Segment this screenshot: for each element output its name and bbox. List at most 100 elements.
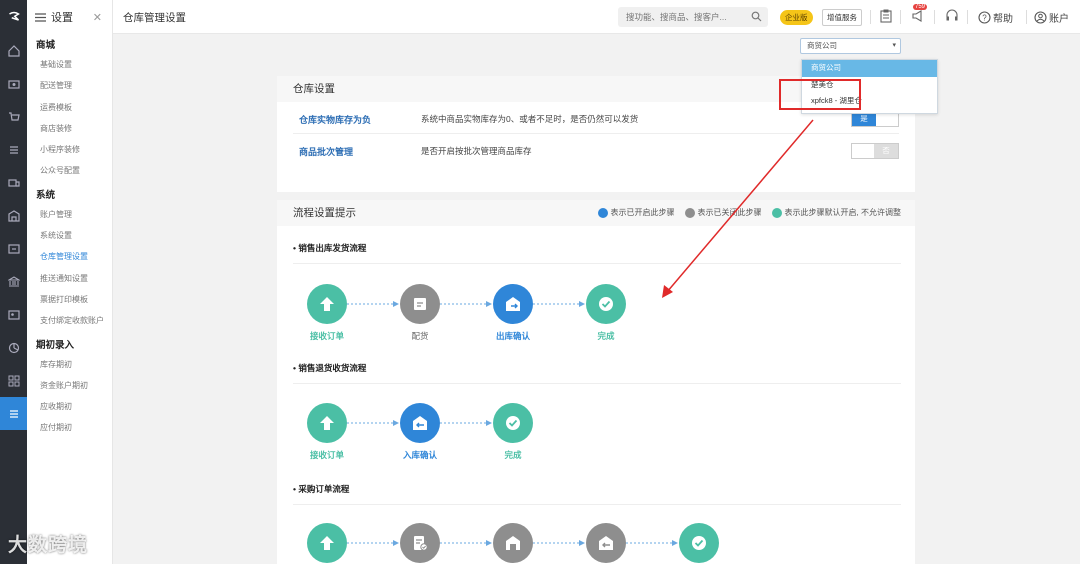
chevron-down-icon: ▾	[892, 42, 896, 49]
setting-row: 商品批次管理 是否开启按批次管理商品库存 否	[293, 134, 899, 166]
flow-step: 完成	[483, 403, 543, 461]
card-title: 流程设置提示	[293, 207, 356, 219]
sidebar-title: 设置	[51, 12, 73, 24]
batch-management-toggle[interactable]: 否	[851, 143, 899, 159]
sidebar-item[interactable]: 公众号配置	[27, 160, 112, 181]
sidebar-item[interactable]: 账户管理	[27, 204, 112, 225]
sidebar-item[interactable]: 应收期初	[27, 396, 112, 417]
contacts-icon[interactable]	[0, 298, 27, 331]
toggle-knob: 是	[852, 112, 876, 126]
flow-step-label: 入库确认	[402, 450, 437, 460]
settings-sidebar: 设置 ✕ 商城 基础设置 配送管理 运费模板 商店装修 小程序装修 公众号配置 系统 账户管理系…	[27, 0, 113, 564]
value-added-button[interactable]: 增值服务	[822, 9, 862, 26]
finance-icon[interactable]	[0, 232, 27, 265]
section-divider	[293, 504, 901, 505]
report-icon[interactable]	[0, 331, 27, 364]
flow-step-label: 接收订单	[309, 450, 344, 460]
sidebar-item[interactable]: 配送管理	[27, 75, 112, 96]
legend-text: 表示此步骤默认开启, 不允许调整	[784, 208, 901, 217]
svg-text:?: ?	[982, 14, 987, 23]
sidebar-item[interactable]: 基础设置	[27, 54, 112, 75]
account-label: 账户	[1049, 14, 1069, 25]
notification-count: 759	[913, 4, 928, 10]
help-button[interactable]: ? 帮助	[978, 10, 1013, 25]
divider	[870, 10, 871, 24]
purchase-icon[interactable]	[0, 100, 27, 133]
cash-icon[interactable]	[0, 67, 27, 100]
sidebar-item[interactable]: 资金账户期初	[27, 375, 112, 396]
account-button[interactable]: 账户	[1034, 10, 1069, 25]
sidebar-item[interactable]: 库存期初	[27, 354, 112, 375]
store-icon[interactable]	[0, 199, 27, 232]
settings-icon[interactable]	[0, 397, 27, 430]
gray-dot-icon	[684, 208, 695, 218]
sidebar-group-title: 商城	[36, 40, 56, 51]
flow-step: 接收订单	[297, 284, 357, 342]
headset-icon[interactable]	[945, 9, 959, 23]
sidebar-item[interactable]: 运费模板	[27, 97, 112, 118]
dropdown-option[interactable]: 商贸公司	[802, 60, 937, 77]
delivery-icon[interactable]	[0, 166, 27, 199]
warehouse-in-icon	[586, 523, 626, 563]
legend-text: 表示已关闭此步骤	[697, 208, 762, 217]
enterprise-badge: 企业版	[780, 10, 813, 25]
legend-item: 表示已关闭此步骤	[684, 200, 762, 226]
flow-section-title: • 销售出库发货流程	[293, 243, 367, 253]
flow-hint-card: 流程设置提示 表示已开启此步骤 表示已关闭此步骤 表示此步骤默认开启, 不允许调…	[277, 200, 915, 564]
clipboard-icon[interactable]	[880, 9, 892, 23]
sidebar-item[interactable]: 应付期初	[27, 417, 112, 438]
sidebar-item[interactable]: 支付绑定收款账户	[27, 310, 112, 331]
legend: 表示已开启此步骤 表示已关闭此步骤 表示此步骤默认开启, 不允许调整	[588, 200, 901, 226]
warehouse-out-icon	[493, 284, 533, 324]
watermark: 大数跨境	[8, 535, 89, 556]
app-root: 设置 ✕ 商城 基础设置 配送管理 运费模板 商店装修 小程序装修 公众号配置 系统 账户管理系…	[0, 0, 1080, 564]
flow-step-label: 完成	[597, 331, 615, 341]
search-box[interactable]	[618, 7, 768, 27]
sidebar-item[interactable]: 系统设置	[27, 225, 112, 246]
flow-step-label: 完成	[504, 450, 522, 460]
sidebar-item[interactable]: 小程序装修	[27, 139, 112, 160]
sidebar-item[interactable]: 推送通知设置	[27, 268, 112, 289]
arrow-up-icon	[307, 523, 347, 563]
bank-icon[interactable]	[0, 265, 27, 298]
company-select[interactable]: 商贸公司 ▾	[800, 38, 901, 54]
divider	[1026, 10, 1027, 24]
sidebar-item[interactable]: 商店装修	[27, 118, 112, 139]
warehouse-in-icon	[400, 403, 440, 443]
user-icon	[1034, 11, 1047, 24]
section-divider	[293, 263, 901, 264]
sidebar-item[interactable]: 仓库管理设置	[27, 246, 112, 267]
highlight-box	[779, 79, 861, 110]
flow-step: 接收订单	[297, 403, 357, 461]
help-icon: ?	[978, 11, 991, 24]
check-icon	[493, 403, 533, 443]
list-icon[interactable]	[0, 133, 27, 166]
check-icon	[586, 284, 626, 324]
flow-step-label: 接收订单	[309, 331, 344, 341]
megaphone-icon[interactable]	[911, 9, 925, 23]
flow-section-title: • 采购订单流程	[293, 484, 350, 494]
app-logo-icon[interactable]	[0, 0, 27, 34]
close-icon[interactable]: ✕	[93, 11, 102, 24]
page-title: 仓库管理设置	[123, 12, 186, 24]
divider	[934, 10, 935, 24]
check-icon	[679, 523, 719, 563]
flow-step	[669, 523, 729, 564]
search-input[interactable]	[618, 7, 743, 27]
search-icon[interactable]	[751, 11, 762, 22]
menu-icon[interactable]	[35, 12, 46, 22]
sidebar-item[interactable]: 票据打印模板	[27, 289, 112, 310]
sidebar-header: 设置 ✕	[27, 0, 112, 34]
flow-step: 出库确认	[483, 284, 543, 342]
box-icon	[400, 284, 440, 324]
section-divider	[293, 383, 901, 384]
home-icon[interactable]	[0, 34, 27, 67]
setting-description: 系统中商品实物库存为0、或者不足时，是否仍然可以发货	[421, 114, 639, 124]
legend-item: 表示已开启此步骤	[597, 200, 675, 226]
legend-item: 表示此步骤默认开启, 不允许调整	[771, 200, 901, 226]
divider	[967, 10, 968, 24]
flow-step: 完成	[576, 284, 636, 342]
help-label: 帮助	[993, 14, 1013, 25]
divider	[900, 10, 901, 24]
apps-icon[interactable]	[0, 364, 27, 397]
